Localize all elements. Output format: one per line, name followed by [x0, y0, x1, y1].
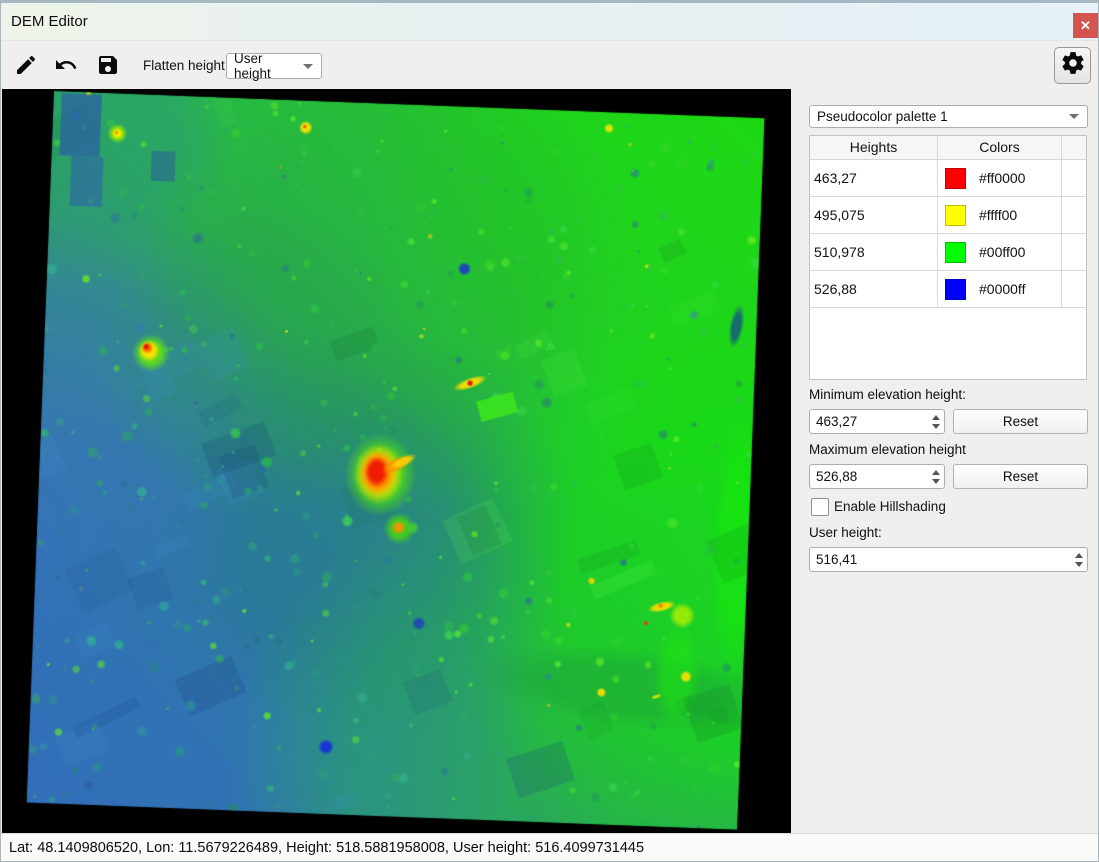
table-header-gutter [1062, 136, 1086, 159]
row-gutter [1062, 234, 1086, 270]
row-gutter [1062, 271, 1086, 307]
table-row[interactable]: 463,27 #ff0000 [810, 160, 1086, 197]
status-text: Lat: 48.1409806520, Lon: 11.5679226489, … [9, 840, 644, 856]
color-cell[interactable]: #0000ff [938, 271, 1062, 307]
color-swatch [945, 168, 966, 189]
palette-dropdown[interactable]: Pseudocolor palette 1 [809, 105, 1088, 128]
colors-column-header: Colors [938, 136, 1062, 159]
close-icon: ✕ [1080, 18, 1091, 34]
color-cell[interactable]: #00ff00 [938, 234, 1062, 270]
height-cell[interactable]: 526,88 [810, 271, 938, 307]
spin-down-button[interactable] [932, 479, 940, 484]
spin-up-button[interactable] [1075, 553, 1083, 558]
user-height-value: 516,41 [816, 548, 857, 571]
heights-column-header: Heights [810, 136, 938, 159]
undo-button[interactable] [51, 51, 81, 81]
side-panel: Pseudocolor palette 1 Heights Colors 463… [801, 93, 1099, 833]
table-row[interactable]: 526,88 #0000ff [810, 271, 1086, 308]
hillshading-label: Enable Hillshading [834, 498, 946, 516]
dem-editor-window: DEM Editor ✕ Flatten height User height … [0, 0, 1099, 862]
max-elevation-value: 526,88 [816, 465, 857, 488]
spin-down-button[interactable] [932, 424, 940, 429]
color-hex: #ff0000 [979, 170, 1025, 186]
user-height-input[interactable]: 516,41 [809, 547, 1088, 572]
chevron-down-icon [303, 64, 313, 69]
palette-table-body: 463,27 #ff0000 495,075 #ffff00 510,978 #00ff0… [810, 160, 1086, 308]
chevron-down-icon [1069, 114, 1079, 119]
edit-button[interactable] [11, 51, 41, 81]
toolbar: Flatten height User height [1, 42, 1098, 89]
save-icon [96, 53, 120, 80]
color-cell[interactable]: #ff0000 [938, 160, 1062, 196]
spin-up-button[interactable] [932, 470, 940, 475]
height-cell[interactable]: 510,978 [810, 234, 938, 270]
row-gutter [1062, 197, 1086, 233]
palette-table-header: Heights Colors [810, 136, 1086, 160]
row-gutter [1062, 160, 1086, 196]
hillshading-checkbox[interactable] [811, 498, 829, 516]
color-hex: #ffff00 [979, 207, 1017, 223]
flatten-height-label: Flatten height [143, 42, 225, 89]
max-reset-button[interactable]: Reset [953, 464, 1088, 489]
dem-canvas[interactable] [2, 89, 791, 833]
spin-up-button[interactable] [932, 415, 940, 420]
min-elevation-input[interactable]: 463,27 [809, 409, 945, 434]
color-hex: #00ff00 [979, 244, 1025, 260]
height-cell[interactable]: 463,27 [810, 160, 938, 196]
height-cell[interactable]: 495,075 [810, 197, 938, 233]
color-swatch [945, 279, 966, 300]
undo-icon [54, 53, 78, 80]
flatten-height-dropdown[interactable]: User height [226, 53, 322, 79]
flatten-height-value: User height [234, 51, 297, 81]
min-reset-button[interactable]: Reset [953, 409, 1088, 434]
max-elevation-input[interactable]: 526,88 [809, 464, 945, 489]
dem-viewport [2, 89, 791, 833]
spin-down-button[interactable] [1075, 562, 1083, 567]
page-title: DEM Editor [11, 13, 88, 30]
palette-table: Heights Colors 463,27 #ff0000 495,075 #ffff… [809, 135, 1087, 380]
max-elevation-label: Maximum elevation height [809, 442, 966, 457]
table-row[interactable]: 495,075 #ffff00 [810, 197, 1086, 234]
save-button[interactable] [93, 51, 123, 81]
color-swatch [945, 205, 966, 226]
color-hex: #0000ff [979, 281, 1025, 297]
palette-dropdown-value: Pseudocolor palette 1 [817, 109, 948, 124]
min-elevation-value: 463,27 [816, 410, 857, 433]
pencil-icon [14, 53, 38, 80]
close-button[interactable]: ✕ [1073, 13, 1098, 38]
title-bar: DEM Editor ✕ [1, 1, 1098, 41]
color-cell[interactable]: #ffff00 [938, 197, 1062, 233]
gear-icon [1060, 50, 1086, 81]
min-elevation-label: Minimum elevation height: [809, 387, 966, 402]
table-row[interactable]: 510,978 #00ff00 [810, 234, 1086, 271]
settings-button[interactable] [1054, 47, 1091, 84]
color-swatch [945, 242, 966, 263]
user-height-label: User height: [809, 525, 882, 540]
status-bar: Lat: 48.1409806520, Lon: 11.5679226489, … [1, 833, 1098, 862]
